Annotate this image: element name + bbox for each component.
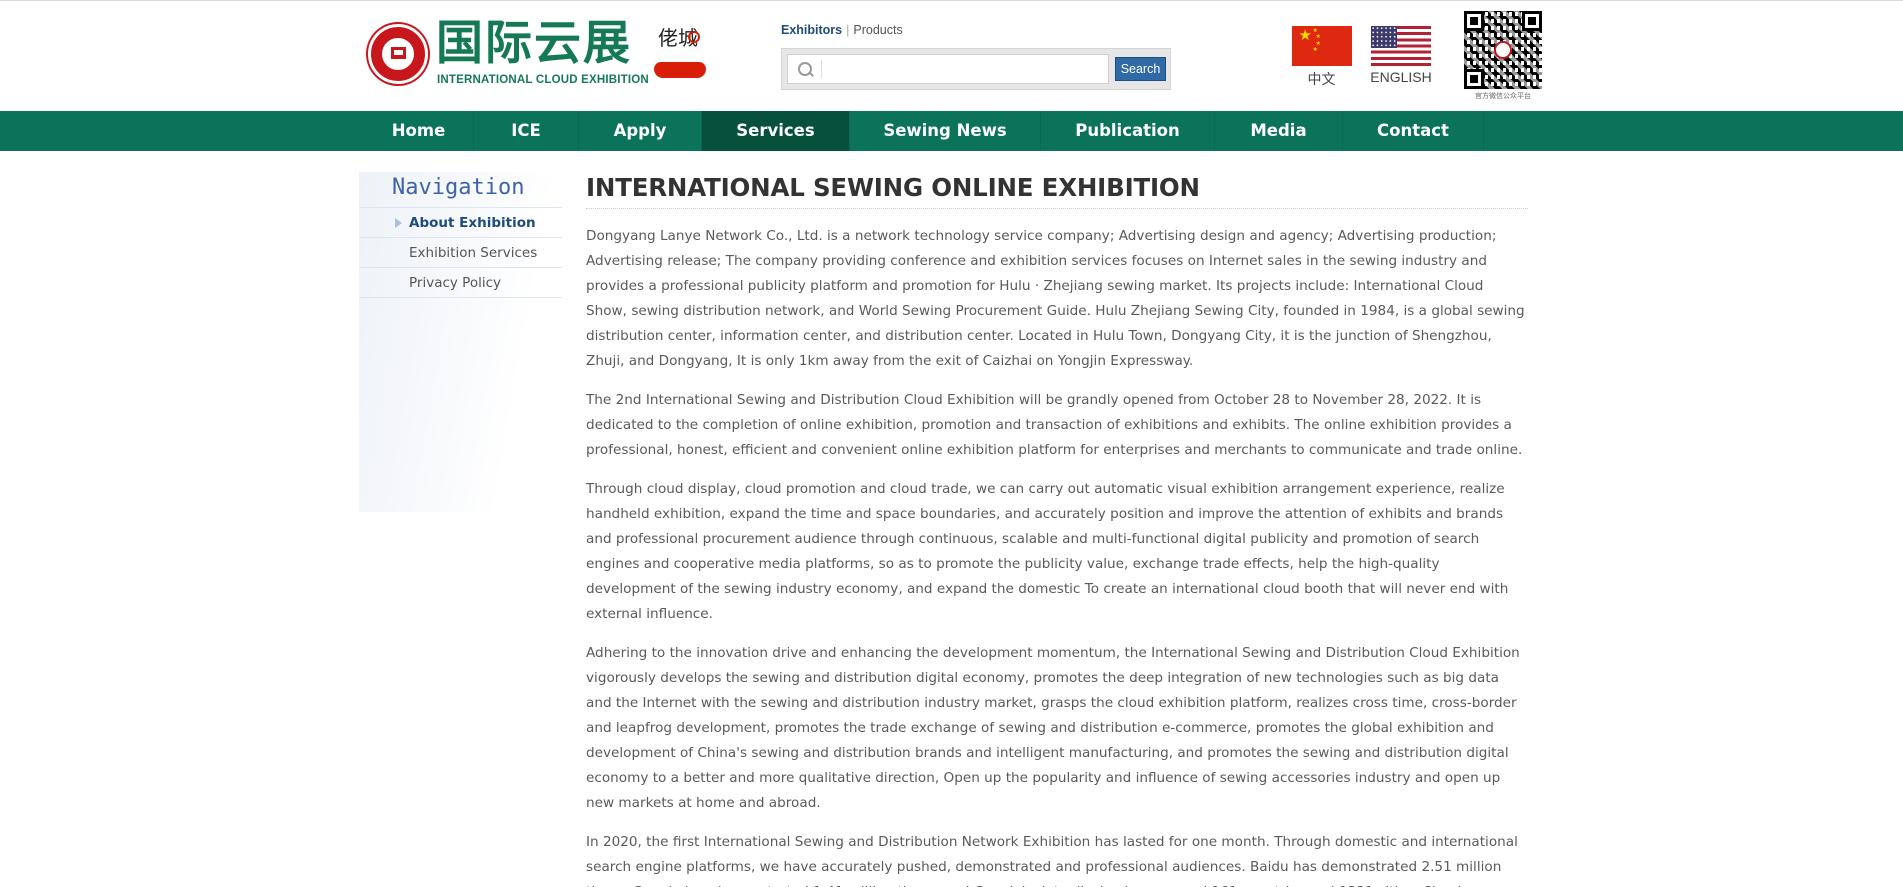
- sidebar-item-privacy-policy[interactable]: Privacy Policy: [359, 268, 562, 298]
- qr-caption: 官方微信公众平台: [1475, 92, 1531, 100]
- search-input[interactable]: [787, 54, 1109, 84]
- top-border: [0, 0, 1903, 1]
- main-nav: Home ICE Apply Services Sewing News Publ…: [0, 111, 1903, 151]
- main-content: INTERNATIONAL SEWING ONLINE EXHIBITION D…: [586, 173, 1528, 887]
- sidebar-item-label: Exhibition Services: [409, 245, 538, 261]
- paragraph: The 2nd International Sewing and Distrib…: [586, 392, 1523, 458]
- tab-exhibitors[interactable]: Exhibitors: [781, 23, 842, 37]
- china-flag-icon: ★ ★ ★ ★ ★: [1291, 26, 1352, 66]
- sidebar-list: About Exhibition Exhibition Services Pri…: [359, 207, 562, 298]
- arrow-right-icon: [395, 218, 402, 228]
- search-tabs: Exhibitors | Products: [781, 22, 1171, 38]
- site-logo[interactable]: 国际云展 INTERNATIONAL CLOUD EXHIBITION 佬城: [368, 16, 708, 86]
- nav-ice[interactable]: ICE: [474, 111, 579, 151]
- sidebar-item-about-exhibition[interactable]: About Exhibition: [359, 208, 562, 238]
- language-chinese-label: 中文: [1307, 72, 1336, 88]
- sidebar: Navigation About Exhibition Exhibition S…: [359, 172, 562, 512]
- tab-separator: |: [846, 23, 850, 37]
- logo-chinese-text: 国际云展: [436, 16, 632, 71]
- page-title: INTERNATIONAL SEWING ONLINE EXHIBITION: [586, 173, 1528, 209]
- paragraph: Dongyang Lanye Network Co., Ltd. is a ne…: [586, 228, 1525, 369]
- sidebar-item-label: About Exhibition: [409, 215, 536, 231]
- logo-english-text: INTERNATIONAL CLOUD EXHIBITION: [437, 74, 649, 86]
- tab-products[interactable]: Products: [853, 23, 902, 37]
- paragraph: Adhering to the innovation drive and enh…: [586, 645, 1520, 811]
- language-english-label: ENGLISH: [1370, 69, 1432, 85]
- seal-icon: [368, 24, 428, 84]
- nav-media[interactable]: Media: [1215, 111, 1343, 151]
- nav-contact[interactable]: Contact: [1343, 111, 1484, 151]
- paragraph: In 2020, the first International Sewing …: [586, 834, 1518, 887]
- nav-apply[interactable]: Apply: [579, 111, 702, 151]
- qr-code-icon: [1464, 11, 1542, 89]
- search-box: Search: [781, 48, 1171, 90]
- search-icon: [798, 62, 814, 78]
- search-divider: [821, 60, 822, 78]
- paragraph: Through cloud display, cloud promotion a…: [586, 481, 1509, 622]
- nav-home[interactable]: Home: [364, 111, 474, 151]
- sidebar-item-label: Privacy Policy: [409, 275, 502, 291]
- sidebar-item-exhibition-services[interactable]: Exhibition Services: [359, 238, 562, 268]
- language-english[interactable]: ENGLISH: [1370, 26, 1432, 85]
- sewing-city-badge-icon: 佬城: [654, 28, 706, 80]
- nav-sewing-news[interactable]: Sewing News: [850, 111, 1041, 151]
- nav-publication[interactable]: Publication: [1041, 111, 1215, 151]
- language-chinese[interactable]: ★ ★ ★ ★ ★ 中文: [1291, 26, 1352, 89]
- nav-services[interactable]: Services: [702, 111, 850, 151]
- search-area: Exhibitors | Products Search: [781, 22, 1171, 90]
- sidebar-title: Navigation: [392, 175, 525, 200]
- search-button[interactable]: Search: [1115, 57, 1166, 81]
- usa-flag-icon: [1371, 26, 1431, 66]
